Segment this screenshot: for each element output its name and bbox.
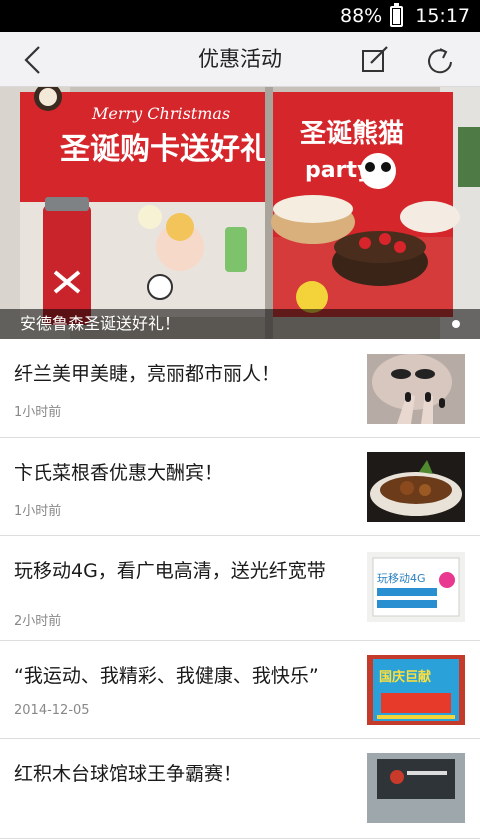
edit-icon [362, 45, 388, 72]
refresh-button[interactable] [415, 32, 465, 87]
battery-percent: 88% [340, 5, 383, 27]
list-item[interactable]: “我运动、我精彩、我健康、我快乐” 2014-12-05 国庆巨献 [0, 641, 480, 739]
promo-banner[interactable]: Merry Christmas 圣诞购卡送好礼 圣诞熊猫 party 安德鲁森圣… [0, 87, 480, 339]
item-thumbnail [367, 354, 465, 424]
compose-button[interactable] [350, 32, 400, 87]
pager-dot [452, 320, 460, 328]
banner-right-title: 圣诞熊猫 [300, 118, 404, 149]
item-time: 2小时前 [14, 614, 62, 629]
item-thumbnail [367, 452, 465, 522]
item-title: “我运动、我精彩、我健康、我快乐” [14, 665, 319, 687]
banner-script-text: Merry Christmas [91, 104, 230, 123]
item-title: 纤兰美甲美睫，亮丽都市丽人！ [14, 363, 281, 385]
page-title: 优惠活动 [198, 47, 282, 71]
banner-image: Merry Christmas 圣诞购卡送好礼 圣诞熊猫 party [0, 87, 480, 339]
item-thumbnail [367, 753, 465, 823]
item-title: 玩移动4G，看广电高清，送光纤宽带 [14, 560, 326, 582]
svg-text:国庆巨献: 国庆巨献 [379, 669, 431, 685]
refresh-icon [428, 47, 452, 73]
item-time: 1小时前 [14, 504, 62, 519]
back-arrow-icon [24, 45, 40, 74]
list-item[interactable]: 玩移动4G，看广电高清，送光纤宽带 2小时前 玩移动4G [0, 536, 480, 641]
status-bar: 88% 15:17 [0, 0, 480, 32]
item-time: 1小时前 [14, 405, 62, 420]
item-title: 卞氏菜根香优惠大酬宾！ [14, 462, 224, 484]
banner-caption: 安德鲁森圣诞送好礼！ [20, 314, 181, 333]
item-title: 红积木台球馆球王争霸赛！ [14, 763, 243, 785]
back-button[interactable] [8, 32, 58, 87]
list-item[interactable]: 卞氏菜根香优惠大酬宾！ 1小时前 [0, 438, 480, 536]
item-thumbnail: 玩移动4G [367, 552, 465, 622]
banner-left-title: 圣诞购卡送好礼 [60, 132, 270, 167]
promo-list: 纤兰美甲美睫，亮丽都市丽人！ 1小时前 卞氏菜根香优惠大酬宾！ 1小时前 玩移动… [0, 339, 480, 839]
item-thumbnail: 国庆巨献 [367, 655, 465, 725]
list-item[interactable]: 红积木台球馆球王争霸赛！ [0, 739, 480, 839]
svg-text:玩移动4G: 玩移动4G [377, 572, 426, 585]
nav-bar: 优惠活动 [0, 32, 480, 87]
banner-caption-bar: 安德鲁森圣诞送好礼！ [0, 309, 480, 339]
battery-icon [390, 3, 404, 27]
item-time: 2014-12-05 [14, 703, 90, 718]
clock: 15:17 [415, 5, 470, 27]
list-item[interactable]: 纤兰美甲美睫，亮丽都市丽人！ 1小时前 [0, 339, 480, 438]
